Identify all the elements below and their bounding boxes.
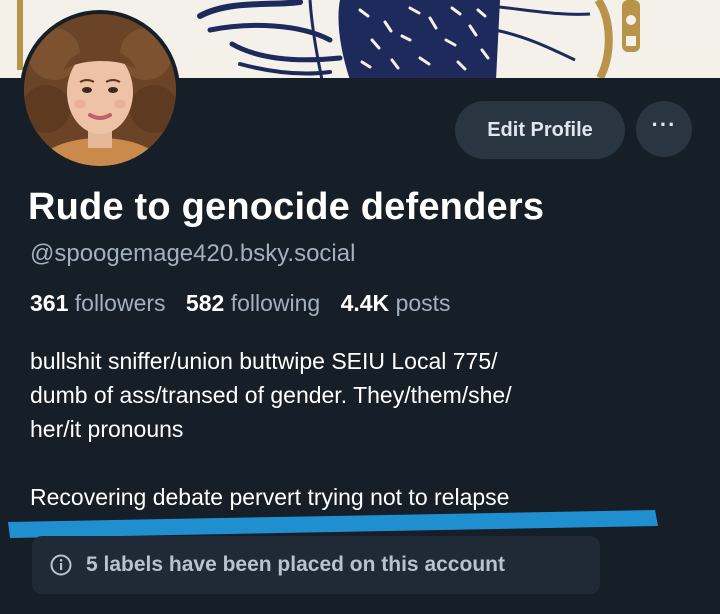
labels-notice-text: 5 labels have been placed on this accoun… (86, 553, 505, 576)
profile-stats: 361 followers 582 following 4.4K posts (30, 290, 451, 317)
ellipsis-icon: ··· (651, 112, 677, 137)
following-link[interactable]: 582 following (186, 290, 320, 316)
posts-label: posts (395, 290, 451, 316)
bio-line: dumb of ass/transed of gender. They/them… (30, 382, 512, 408)
following-count: 582 (185, 290, 225, 316)
edit-profile-button[interactable]: Edit Profile (455, 101, 625, 159)
profile-handle[interactable]: @spoogemage420.bsky.social (30, 240, 355, 268)
followers-link[interactable]: 361 followers (30, 290, 166, 316)
more-options-button[interactable]: ··· (636, 101, 692, 157)
display-name: Rude to genocide defenders (28, 186, 545, 228)
avatar-portrait (24, 14, 176, 166)
edit-profile-label: Edit Profile (487, 118, 593, 141)
avatar[interactable] (20, 10, 180, 170)
followers-label: followers (74, 290, 166, 316)
info-icon (50, 554, 72, 576)
followers-count: 361 (30, 290, 69, 316)
profile-bio: bullshit sniffer/union buttwipe SEIU Loc… (30, 344, 670, 514)
account-labels-notice[interactable]: 5 labels have been placed on this accoun… (32, 536, 600, 594)
posts-count: 4.4K (340, 290, 390, 316)
bio-line: her/it pronouns (30, 416, 184, 442)
posts-stat: 4.4K posts (341, 290, 451, 316)
following-label: following (230, 290, 321, 316)
bio-line: bullshit sniffer/union buttwipe SEIU Loc… (30, 348, 498, 374)
bio-line: Recovering debate pervert trying not to … (30, 484, 510, 510)
